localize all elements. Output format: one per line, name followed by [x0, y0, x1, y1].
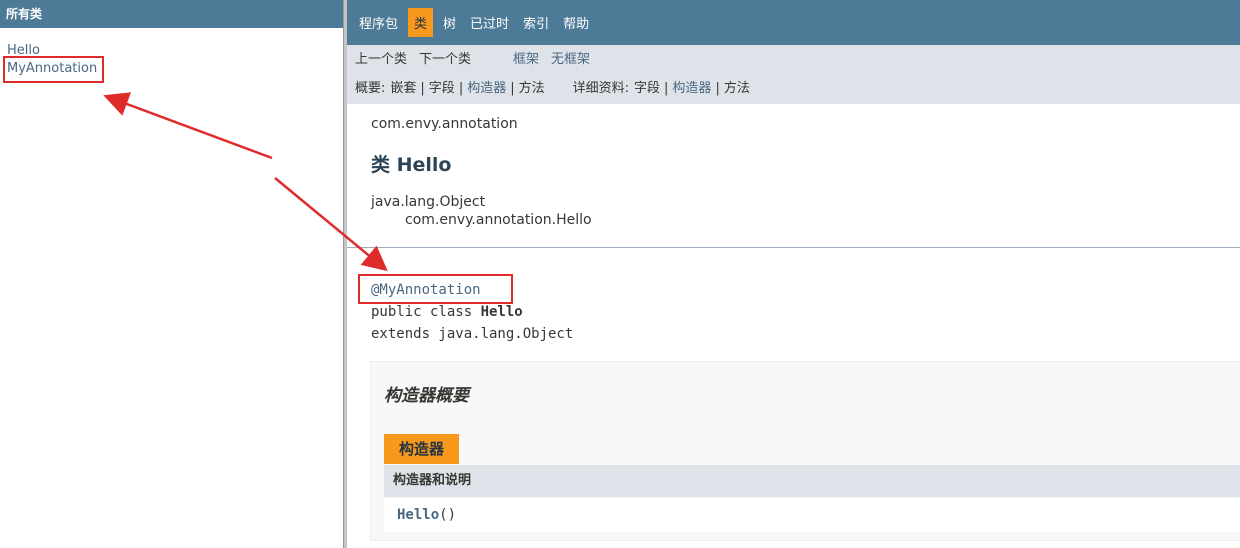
constructor-summary-title: 构造器概要 [384, 386, 469, 406]
constructor-link-hello[interactable]: Hello [397, 507, 439, 523]
highlight-box-annotation-signature [358, 274, 513, 304]
detail-constructor-link[interactable]: 构造器 [672, 81, 711, 97]
summary-nested: 嵌套 [390, 81, 417, 96]
sub-nav-bar: 上一个类 下一个类 框架 无框架 概要: 嵌套 | 字段 | 构造器 | 方法 … [347, 45, 1240, 104]
separator: | [420, 81, 425, 96]
separator: | [510, 81, 515, 96]
separator: | [715, 81, 720, 96]
separator: | [664, 81, 669, 96]
sub-nav-row-2: 概要: 嵌套 | 字段 | 构造器 | 方法 详细资料: 字段 | 构造器 | … [355, 81, 1240, 110]
declaration-class-name: Hello [480, 304, 523, 320]
declaration-prefix: public class [371, 304, 481, 320]
sub-nav-row-1: 上一个类 下一个类 框架 无框架 [355, 52, 1240, 81]
nav-help[interactable]: 帮助 [559, 8, 593, 37]
nav-class[interactable]: 类 [408, 8, 434, 37]
divider [347, 247, 1240, 248]
nav-package[interactable]: 程序包 [355, 8, 402, 37]
detail-method: 方法 [723, 81, 750, 96]
inheritance-tree: java.lang.Object com.envy.annotation.Hel… [371, 194, 1240, 228]
prev-class-link[interactable]: 上一个类 [355, 52, 407, 68]
summary-field: 字段 [428, 81, 455, 96]
constructor-tab: 构造器 [384, 434, 459, 464]
inheritance-child: com.envy.annotation.Hello [405, 212, 592, 228]
class-content: com.envy.annotation 类 Hello java.lang.Ob… [347, 116, 1240, 228]
detail-label: 详细资料: [572, 81, 630, 96]
nav-tree[interactable]: 树 [439, 8, 460, 37]
summary-label: 概要: [355, 81, 386, 96]
summary-method: 方法 [518, 81, 545, 96]
inheritance-root: java.lang.Object [371, 194, 486, 210]
highlight-box-myannotation-list [3, 56, 104, 83]
nav-deprecated[interactable]: 已过时 [466, 8, 513, 37]
top-nav-bar: 程序包 类 树 已过时 索引 帮助 [347, 0, 1240, 45]
all-classes-header: 所有类 [0, 0, 343, 28]
no-frames-link[interactable]: 无框架 [551, 52, 590, 68]
table-row: Hello() [384, 498, 1240, 532]
constructor-params: () [439, 507, 457, 523]
detail-field: 字段 [634, 81, 661, 96]
next-class-link[interactable]: 下一个类 [419, 52, 471, 68]
page-title: 类 Hello [371, 154, 452, 176]
summary-constructor-link[interactable]: 构造器 [467, 81, 506, 97]
constructor-summary: 构造器概要 构造器 构造器和说明 Hello() [370, 361, 1240, 541]
extends-clause: extends java.lang.Object [371, 326, 574, 342]
nav-index[interactable]: 索引 [519, 8, 553, 37]
constructor-column-header: 构造器和说明 [384, 465, 1240, 497]
separator: | [458, 81, 464, 96]
package-name: com.envy.annotation [371, 116, 518, 132]
frames-link[interactable]: 框架 [513, 52, 539, 68]
